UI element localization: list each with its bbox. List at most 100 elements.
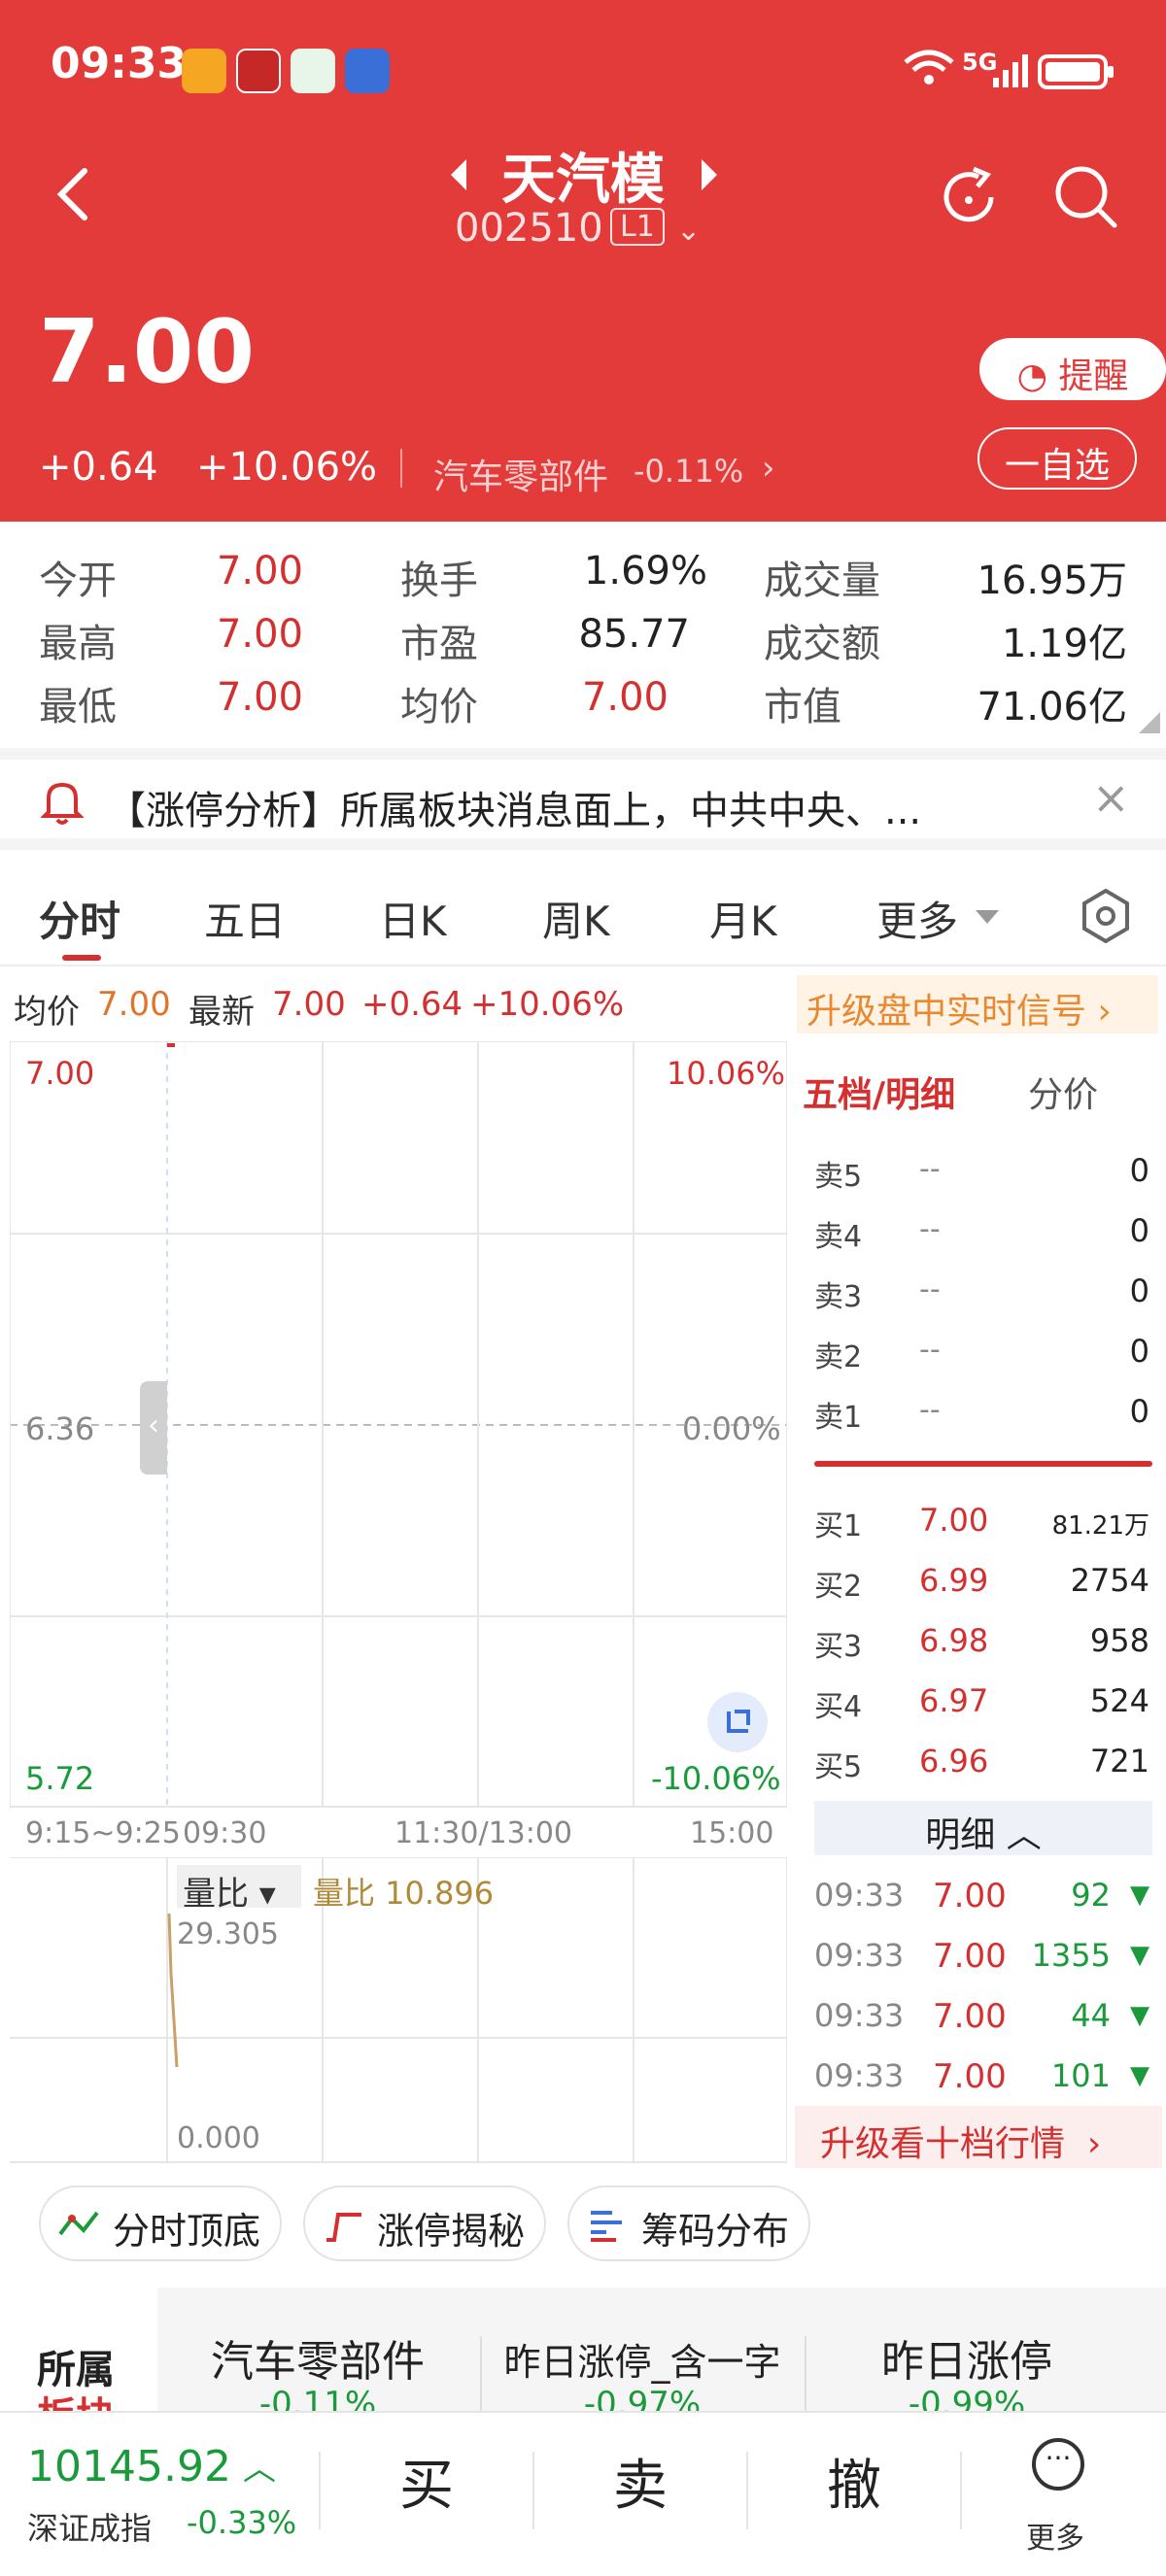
- app-notify-icon-2: [291, 49, 335, 93]
- close-icon[interactable]: ×: [1092, 771, 1130, 824]
- quote-header: 09:33 5G 天汽模 002510 L1 ⌄ 7.00 +0.64 +10.…: [0, 0, 1166, 522]
- news-text[interactable]: 【涨停分析】所属板块消息面上，中共中央、...: [107, 779, 1040, 835]
- vol-axis-bottom: 0.000: [177, 2121, 260, 2155]
- detail-row: 09:33 7.00 101 ▼: [814, 2057, 1149, 2096]
- more-label[interactable]: 更多: [1026, 2514, 1084, 2553]
- bell-icon: [40, 777, 85, 835]
- stat-label: 均价: [400, 685, 478, 729]
- stat-label: 市盈: [400, 622, 478, 666]
- tab-5day[interactable]: 五日: [204, 889, 286, 948]
- volume-indicator-label: 量比: [183, 1875, 249, 1914]
- sector-name[interactable]: 汽车零部件: [433, 449, 608, 499]
- zhang-app-icon: [236, 49, 281, 93]
- sell-button[interactable]: 卖: [534, 2442, 746, 2521]
- divider: [400, 449, 402, 488]
- chip-distribution-button[interactable]: 筹码分布: [567, 2186, 810, 2261]
- fullscreen-icon[interactable]: [707, 1692, 768, 1752]
- stat-label: 今开: [39, 559, 117, 603]
- stat-label: 成交量: [764, 559, 880, 603]
- buy-row: 买1 7.00 81.21万: [814, 1502, 1149, 1543]
- next-stock-icon[interactable]: [698, 157, 721, 196]
- index-value[interactable]: 10145.92: [27, 2442, 231, 2491]
- pct-axis-bottom: -10.06%: [651, 1760, 781, 1797]
- cancel-order-button[interactable]: 撤: [748, 2442, 960, 2521]
- status-time: 09:33: [51, 39, 188, 88]
- remind-label: 提醒: [1058, 356, 1129, 396]
- change-value: +0.64: [361, 985, 463, 1024]
- tab-price-dist[interactable]: 分价: [1028, 1067, 1098, 1117]
- upgrade-signal-banner[interactable]: 升级盘中实时信号 ›: [797, 975, 1158, 1034]
- bottom-trade-bar: 10145.92 ︿ 深证成指 -0.33% 买 卖 撤 ··· 更多: [0, 2411, 1166, 2576]
- sell-row: 卖3 -- 0: [814, 1272, 1149, 1314]
- tab-daily-k[interactable]: 日K: [379, 889, 447, 948]
- pct-axis-top: 10.06%: [667, 1055, 786, 1092]
- related-sectors: 所属 板块 汽车零部件 -0.11% 昨日涨停_含一字 -0.97% 昨日涨停 …: [0, 2288, 1166, 2439]
- chevron-down-icon[interactable]: [976, 910, 999, 924]
- bell-icon: ◔: [1016, 356, 1059, 396]
- stats-grid: 今开 7.00 换手 1.69% 成交量 16.95万 最高 7.00 市盈 8…: [0, 529, 1166, 738]
- level-badge[interactable]: L1: [610, 208, 665, 246]
- stat-value: 16.95万: [977, 559, 1127, 603]
- index-pct: -0.33%: [187, 2504, 297, 2541]
- refresh-icon[interactable]: [935, 163, 1003, 235]
- tab-weekly-k[interactable]: 周K: [542, 889, 610, 948]
- tab-depth[interactable]: 五档/明细: [803, 1067, 955, 1117]
- latest-value: 7.00: [272, 985, 346, 1024]
- battery-icon: [1038, 54, 1115, 93]
- stat-label: 市值: [764, 685, 841, 729]
- intraday-chart[interactable]: 7.00 10.06% 6.36 0.00% 5.72 -10.06% ‹: [10, 1041, 787, 1809]
- sector-item[interactable]: 汽车零部件: [157, 2326, 478, 2389]
- sector-pct[interactable]: -0.11%: [634, 453, 743, 490]
- detail-row: 09:33 7.00 92 ▼: [814, 1877, 1149, 1915]
- settings-icon[interactable]: [1080, 888, 1131, 947]
- x-label-preopen: 9:15~9:25: [25, 1816, 181, 1850]
- avg-value: 7.00: [97, 985, 171, 1024]
- price-change-pct: +10.06%: [196, 445, 378, 490]
- upgrade-10-level-button[interactable]: 升级看十档行情 ›: [795, 2106, 1162, 2168]
- sector-item[interactable]: 昨日涨停_含一字: [482, 2332, 803, 2386]
- vol-axis-top: 29.305: [177, 1917, 279, 1951]
- chart-grid: [10, 1041, 787, 1809]
- x-label-open: 09:30: [183, 1816, 267, 1850]
- intraday-top-bottom-button[interactable]: 分时顶底: [39, 2186, 282, 2261]
- stat-value: 7.00: [216, 675, 303, 720]
- collapse-handle[interactable]: ‹: [140, 1381, 167, 1474]
- feature-label: 分时顶底: [113, 2210, 261, 2253]
- stat-label: 最低: [39, 685, 117, 729]
- feature-label: 筹码分布: [641, 2210, 790, 2253]
- period-tabs: 分时 五日 日K 周K 月K 更多: [0, 869, 1166, 966]
- volume-indicator-select[interactable]: 量比 ▾: [177, 1865, 301, 1914]
- search-icon[interactable]: [1052, 163, 1120, 235]
- buy-row: 买4 6.97 524: [814, 1682, 1149, 1724]
- tab-more[interactable]: 更多: [876, 889, 958, 948]
- buy-row: 买2 6.99 2754: [814, 1562, 1149, 1604]
- avg-label: 均价: [14, 993, 80, 1032]
- y-axis-bottom: 5.72: [25, 1760, 95, 1797]
- tab-intraday[interactable]: 分时: [39, 889, 120, 948]
- watchlist-button[interactable]: 一自选: [977, 427, 1137, 490]
- chevron-up-icon[interactable]: ︿: [243, 2442, 276, 2490]
- chevron-down-icon[interactable]: ⌄: [676, 214, 701, 248]
- sector-item[interactable]: 昨日涨停: [806, 2326, 1127, 2389]
- stat-value: 7.00: [581, 675, 669, 720]
- y-axis-top: 7.00: [25, 1055, 95, 1092]
- volume-ratio-chart[interactable]: 量比 ▾ 量比 10.896 29.305 0.000: [10, 1857, 787, 2164]
- current-price: 7.00: [39, 301, 256, 403]
- tab-monthly-k[interactable]: 月K: [709, 889, 777, 948]
- buy-button[interactable]: 买: [321, 2442, 532, 2521]
- detail-toggle[interactable]: 明细 ︿: [814, 1801, 1152, 1855]
- spread-divider: [814, 1461, 1152, 1467]
- stat-value: 85.77: [578, 612, 690, 657]
- stat-value: 7.00: [216, 549, 303, 593]
- limit-up-icon: [326, 2213, 361, 2242]
- index-name[interactable]: 深证成指: [27, 2504, 152, 2549]
- stat-value: 71.06亿: [977, 685, 1127, 729]
- remind-button[interactable]: ◔ 提醒: [979, 338, 1166, 400]
- news-banner[interactable]: 【涨停分析】所属板块消息面上，中共中央、... ×: [0, 748, 1166, 850]
- chevron-right-icon[interactable]: ›: [762, 449, 775, 488]
- limit-up-reveal-button[interactable]: 涨停揭秘: [303, 2186, 546, 2261]
- expand-corner-icon[interactable]: [1139, 712, 1160, 733]
- stat-value: 1.19亿: [1001, 622, 1127, 666]
- sell-row: 卖2 -- 0: [814, 1333, 1149, 1374]
- more-icon[interactable]: ···: [1032, 2438, 1084, 2491]
